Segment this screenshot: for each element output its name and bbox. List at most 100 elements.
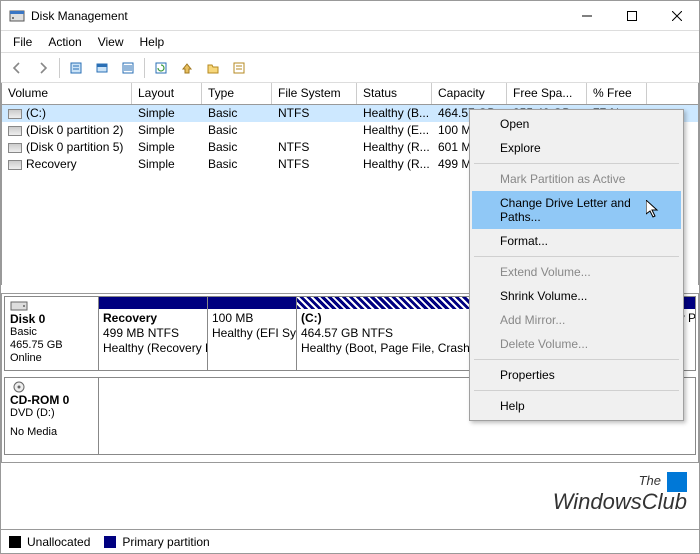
- cell: Healthy (B...: [357, 105, 432, 122]
- partition-size: 100 MB: [212, 311, 292, 326]
- menu-item-extend-volume: Extend Volume...: [472, 260, 681, 284]
- disk-size: 465.75 GB: [10, 339, 93, 352]
- menu-separator: [474, 163, 679, 164]
- watermark-text: The: [639, 473, 661, 488]
- legend-label: Unallocated: [27, 535, 90, 549]
- disk-label[interactable]: CD-ROM 0 DVD (D:) No Media: [4, 377, 99, 455]
- cell: Basic: [202, 156, 272, 173]
- col-free[interactable]: Free Spa...: [507, 83, 587, 104]
- menu-item-format[interactable]: Format...: [472, 229, 681, 253]
- partition-status: Healthy (EFI Sy: [212, 326, 292, 341]
- partition-status: Healthy (Recovery Pa: [103, 341, 203, 356]
- cdrom-icon: [10, 381, 28, 393]
- maximize-button[interactable]: [609, 1, 654, 31]
- menu-item-explore[interactable]: Explore: [472, 136, 681, 160]
- disk-icon: [10, 300, 28, 312]
- menu-item-add-mirror: Add Mirror...: [472, 308, 681, 332]
- toolbar-separator: [59, 58, 60, 78]
- back-button[interactable]: [5, 56, 29, 80]
- volume-icon: [8, 109, 22, 119]
- volume-name: (Disk 0 partition 2): [26, 123, 123, 137]
- minimize-button[interactable]: [564, 1, 609, 31]
- volume-name: (Disk 0 partition 5): [26, 140, 123, 154]
- volume-list-header: Volume Layout Type File System Status Ca…: [1, 83, 699, 105]
- context-menu: OpenExplore Mark Partition as ActiveChang…: [469, 109, 684, 421]
- disk-name: CD-ROM 0: [10, 393, 93, 407]
- col-pctfree[interactable]: % Free: [587, 83, 647, 104]
- col-type[interactable]: Type: [202, 83, 272, 104]
- legend: Unallocated Primary partition: [1, 529, 699, 553]
- title-bar: Disk Management: [1, 1, 699, 31]
- properties-icon[interactable]: [227, 56, 251, 80]
- partition[interactable]: Recovery 499 MB NTFS Healthy (Recovery P…: [98, 296, 208, 371]
- cell: Healthy (R...: [357, 156, 432, 173]
- legend-swatch-primary: [104, 536, 116, 548]
- menu-item-properties[interactable]: Properties: [472, 363, 681, 387]
- cell: Basic: [202, 139, 272, 156]
- forward-button[interactable]: [31, 56, 55, 80]
- disk-state: No Media: [10, 426, 93, 439]
- list-icon[interactable]: [116, 56, 140, 80]
- volume-icon: [8, 160, 22, 170]
- cell: Simple: [132, 156, 202, 173]
- folder-icon[interactable]: [201, 56, 225, 80]
- col-status[interactable]: Status: [357, 83, 432, 104]
- cell: Basic: [202, 105, 272, 122]
- disk-type: DVD (D:): [10, 407, 93, 420]
- menu-separator: [474, 359, 679, 360]
- disk-name: Disk 0: [10, 312, 93, 326]
- menu-item-help[interactable]: Help: [472, 394, 681, 418]
- cell: Simple: [132, 105, 202, 122]
- menu-view[interactable]: View: [90, 33, 132, 50]
- menu-separator: [474, 256, 679, 257]
- up-icon[interactable]: [175, 56, 199, 80]
- toolbar-separator: [144, 58, 145, 78]
- col-volume[interactable]: Volume: [2, 83, 132, 104]
- cell: NTFS: [272, 105, 357, 122]
- menu-item-open[interactable]: Open: [472, 112, 681, 136]
- disk-state: Online: [10, 352, 93, 365]
- partition-size: 499 MB NTFS: [103, 326, 203, 341]
- menu-item-change-drive-letter-and-paths[interactable]: Change Drive Letter and Paths...: [472, 191, 681, 229]
- toolbar: [1, 53, 699, 83]
- settings-icon[interactable]: [64, 56, 88, 80]
- watermark-text: WindowsClub: [553, 492, 687, 513]
- menu-action[interactable]: Action: [40, 33, 89, 50]
- cell: Healthy (R...: [357, 139, 432, 156]
- partition[interactable]: 100 MB Healthy (EFI Sy: [207, 296, 297, 371]
- partition-bar: [208, 297, 296, 309]
- watermark: The WindowsClub: [553, 472, 687, 513]
- volume-icon: [8, 126, 22, 136]
- legend-label: Primary partition: [122, 535, 209, 549]
- cell: Simple: [132, 122, 202, 139]
- menu-help[interactable]: Help: [132, 33, 173, 50]
- partition-bar: [99, 297, 207, 309]
- col-filesystem[interactable]: File System: [272, 83, 357, 104]
- legend-swatch-unallocated: [9, 536, 21, 548]
- disk-type: Basic: [10, 326, 93, 339]
- col-layout[interactable]: Layout: [132, 83, 202, 104]
- col-capacity[interactable]: Capacity: [432, 83, 507, 104]
- menu-bar: File Action View Help: [1, 31, 699, 53]
- view-icon[interactable]: [90, 56, 114, 80]
- cell: NTFS: [272, 156, 357, 173]
- refresh-icon[interactable]: [149, 56, 173, 80]
- volume-name: Recovery: [26, 157, 77, 171]
- menu-item-delete-volume: Delete Volume...: [472, 332, 681, 356]
- cell: Healthy (E...: [357, 122, 432, 139]
- cell: Simple: [132, 139, 202, 156]
- cell: [272, 122, 357, 139]
- disk-label[interactable]: Disk 0 Basic 465.75 GB Online: [4, 296, 99, 371]
- close-button[interactable]: [654, 1, 699, 31]
- partition-name: Recovery: [103, 311, 203, 326]
- volume-name: (C:): [26, 106, 46, 120]
- app-icon: [9, 8, 25, 24]
- cell: Basic: [202, 122, 272, 139]
- menu-separator: [474, 390, 679, 391]
- menu-item-mark-partition-as-active: Mark Partition as Active: [472, 167, 681, 191]
- menu-item-shrink-volume[interactable]: Shrink Volume...: [472, 284, 681, 308]
- cell: NTFS: [272, 139, 357, 156]
- volume-icon: [8, 143, 22, 153]
- menu-file[interactable]: File: [5, 33, 40, 50]
- window-title: Disk Management: [31, 9, 564, 23]
